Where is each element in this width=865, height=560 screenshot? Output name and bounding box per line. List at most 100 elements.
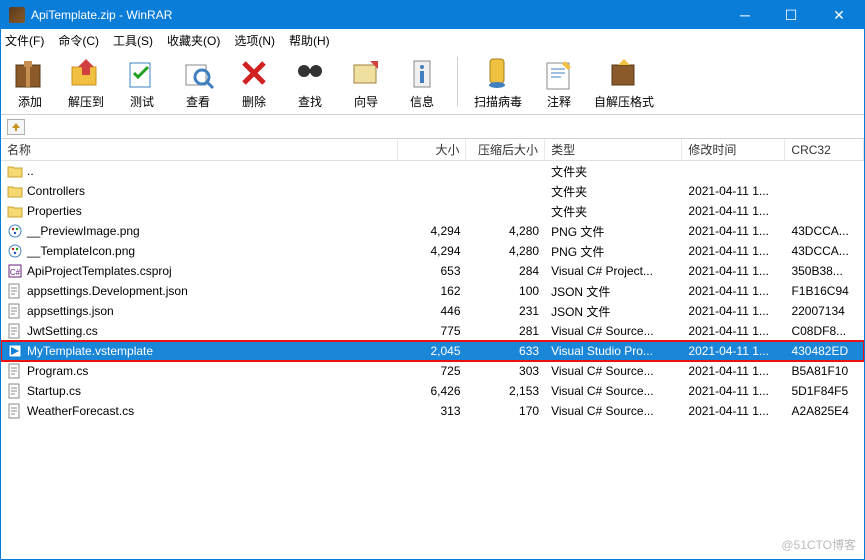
menu-favorites[interactable]: 收藏夹(O) bbox=[167, 32, 220, 49]
file-name: ApiProjectTemplates.csproj bbox=[27, 264, 172, 278]
file-date: 2021-04-11 1... bbox=[682, 324, 785, 338]
table-row[interactable]: __TemplateIcon.png 4,2944,280PNG 文件2021-0… bbox=[1, 241, 864, 261]
file-crc: A2A825E4 bbox=[785, 404, 864, 418]
menu-tools[interactable]: 工具(S) bbox=[113, 32, 153, 49]
file-name: __PreviewImage.png bbox=[27, 224, 140, 238]
info-button[interactable]: 信息 bbox=[399, 55, 445, 110]
view-button[interactable]: 查看 bbox=[175, 55, 221, 110]
column-headers: 名称 大小 压缩后大小 类型 修改时间 CRC32 bbox=[1, 139, 864, 161]
tool-label: 查看 bbox=[186, 93, 210, 110]
table-row[interactable]: .. 文件夹 bbox=[1, 161, 864, 181]
table-row[interactable]: WeatherForecast.cs313170Visual C# Source… bbox=[1, 401, 864, 421]
file-name: appsettings.json bbox=[27, 304, 114, 318]
table-row[interactable]: appsettings.Development.json162100JSON 文… bbox=[1, 281, 864, 301]
menubar: 文件(F) 命令(C) 工具(S) 收藏夹(O) 选项(N) 帮助(H) bbox=[1, 29, 864, 51]
file-icon bbox=[7, 223, 23, 239]
close-button[interactable]: ✕ bbox=[814, 1, 864, 29]
tool-label: 删除 bbox=[242, 93, 266, 110]
file-type: PNG 文件 bbox=[545, 243, 682, 260]
scan-button[interactable]: 扫描病毒 bbox=[470, 55, 526, 110]
table-row[interactable]: appsettings.json446231JSON 文件2021-04-11 … bbox=[1, 301, 864, 321]
file-date: 2021-04-11 1... bbox=[682, 244, 785, 258]
file-name: Controllers bbox=[27, 184, 85, 198]
file-name: .. bbox=[27, 164, 34, 178]
menu-file[interactable]: 文件(F) bbox=[5, 32, 44, 49]
column-type[interactable]: 类型 bbox=[545, 139, 682, 160]
file-date: 2021-04-11 1... bbox=[682, 304, 785, 318]
window-controls: ─ ☐ ✕ bbox=[722, 1, 864, 29]
file-crc: 5D1F84F5 bbox=[785, 384, 864, 398]
find-button[interactable]: 查找 bbox=[287, 55, 333, 110]
extract-icon bbox=[68, 55, 104, 91]
file-type: PNG 文件 bbox=[545, 223, 682, 240]
file-type: JSON 文件 bbox=[545, 303, 682, 320]
table-row[interactable]: C#ApiProjectTemplates.csproj653284Visual… bbox=[1, 261, 864, 281]
wizard-button[interactable]: 向导 bbox=[343, 55, 389, 110]
add-button[interactable]: 添加 bbox=[7, 55, 53, 110]
column-name[interactable]: 名称 bbox=[1, 139, 398, 160]
file-list[interactable]: 名称 大小 压缩后大小 类型 修改时间 CRC32 ..文件夹Controlle… bbox=[1, 139, 864, 559]
test-button[interactable]: 测试 bbox=[119, 55, 165, 110]
column-csize[interactable]: 压缩后大小 bbox=[466, 139, 545, 160]
table-row[interactable]: Startup.cs6,4262,153Visual C# Source...2… bbox=[1, 381, 864, 401]
table-row[interactable]: Program.cs725303Visual C# Source...2021-… bbox=[1, 361, 864, 381]
table-row[interactable]: MyTemplate.vstemplate2,045633Visual Stud… bbox=[1, 341, 864, 361]
app-window: ApiTemplate.zip - WinRAR ─ ☐ ✕ 文件(F) 命令(… bbox=[0, 0, 865, 560]
file-date: 2021-04-11 1... bbox=[682, 364, 785, 378]
menu-help[interactable]: 帮助(H) bbox=[289, 32, 330, 49]
sfx-button[interactable]: 自解压格式 bbox=[592, 55, 656, 110]
up-button[interactable] bbox=[7, 119, 25, 135]
menu-options[interactable]: 选项(N) bbox=[234, 32, 275, 49]
file-date: 2021-04-11 1... bbox=[682, 344, 785, 358]
file-crc: 430482ED bbox=[785, 344, 864, 358]
menu-command[interactable]: 命令(C) bbox=[58, 32, 99, 49]
file-type: JSON 文件 bbox=[545, 283, 682, 300]
column-date[interactable]: 修改时间 bbox=[682, 139, 785, 160]
file-name: Program.cs bbox=[27, 364, 88, 378]
column-size[interactable]: 大小 bbox=[398, 139, 467, 160]
file-crc: F1B16C94 bbox=[785, 284, 864, 298]
tool-label: 信息 bbox=[410, 93, 434, 110]
minimize-button[interactable]: ─ bbox=[722, 1, 768, 29]
table-row[interactable]: Properties文件夹2021-04-11 1... bbox=[1, 201, 864, 221]
file-type: Visual C# Source... bbox=[545, 364, 682, 378]
file-type: 文件夹 bbox=[545, 163, 682, 180]
file-size: 162 bbox=[398, 284, 467, 298]
maximize-button[interactable]: ☐ bbox=[768, 1, 814, 29]
file-icon bbox=[7, 163, 23, 179]
table-row[interactable]: Controllers文件夹2021-04-11 1... bbox=[1, 181, 864, 201]
file-size: 4,294 bbox=[398, 244, 467, 258]
file-type: 文件夹 bbox=[545, 203, 682, 220]
tool-label: 测试 bbox=[130, 93, 154, 110]
file-date: 2021-04-11 1... bbox=[682, 384, 785, 398]
table-row[interactable]: __PreviewImage.png4,2944,280PNG 文件2021-0… bbox=[1, 221, 864, 241]
file-type: Visual Studio Pro... bbox=[545, 344, 682, 358]
file-size: 446 bbox=[398, 304, 467, 318]
file-icon bbox=[7, 343, 23, 359]
file-icon bbox=[7, 383, 23, 399]
table-row[interactable]: JwtSetting.cs775281Visual C# Source...20… bbox=[1, 321, 864, 341]
column-crc[interactable]: CRC32 bbox=[785, 139, 864, 160]
toolbar: 添加 解压到 测试 查看 删除 查找 bbox=[1, 51, 864, 115]
window-title: ApiTemplate.zip - WinRAR bbox=[31, 8, 722, 22]
app-icon bbox=[9, 7, 25, 23]
titlebar[interactable]: ApiTemplate.zip - WinRAR ─ ☐ ✕ bbox=[1, 1, 864, 29]
navbar bbox=[1, 115, 864, 139]
delete-button[interactable]: 删除 bbox=[231, 55, 277, 110]
file-csize: 4,280 bbox=[467, 244, 546, 258]
file-crc: 22007134 bbox=[785, 304, 864, 318]
file-csize: 170 bbox=[467, 404, 546, 418]
file-name: __TemplateIcon.png bbox=[27, 244, 135, 258]
comment-button[interactable]: 注释 bbox=[536, 55, 582, 110]
file-crc: 43DCCA... bbox=[785, 244, 864, 258]
test-icon bbox=[124, 55, 160, 91]
file-icon bbox=[7, 363, 23, 379]
file-csize: 281 bbox=[467, 324, 546, 338]
file-name: JwtSetting.cs bbox=[27, 324, 98, 338]
file-icon bbox=[7, 323, 23, 339]
tool-label: 扫描病毒 bbox=[474, 93, 522, 110]
file-date: 2021-04-11 1... bbox=[682, 204, 785, 218]
file-crc: 350B38... bbox=[785, 264, 864, 278]
file-icon bbox=[7, 203, 23, 219]
extract-button[interactable]: 解压到 bbox=[63, 55, 109, 110]
